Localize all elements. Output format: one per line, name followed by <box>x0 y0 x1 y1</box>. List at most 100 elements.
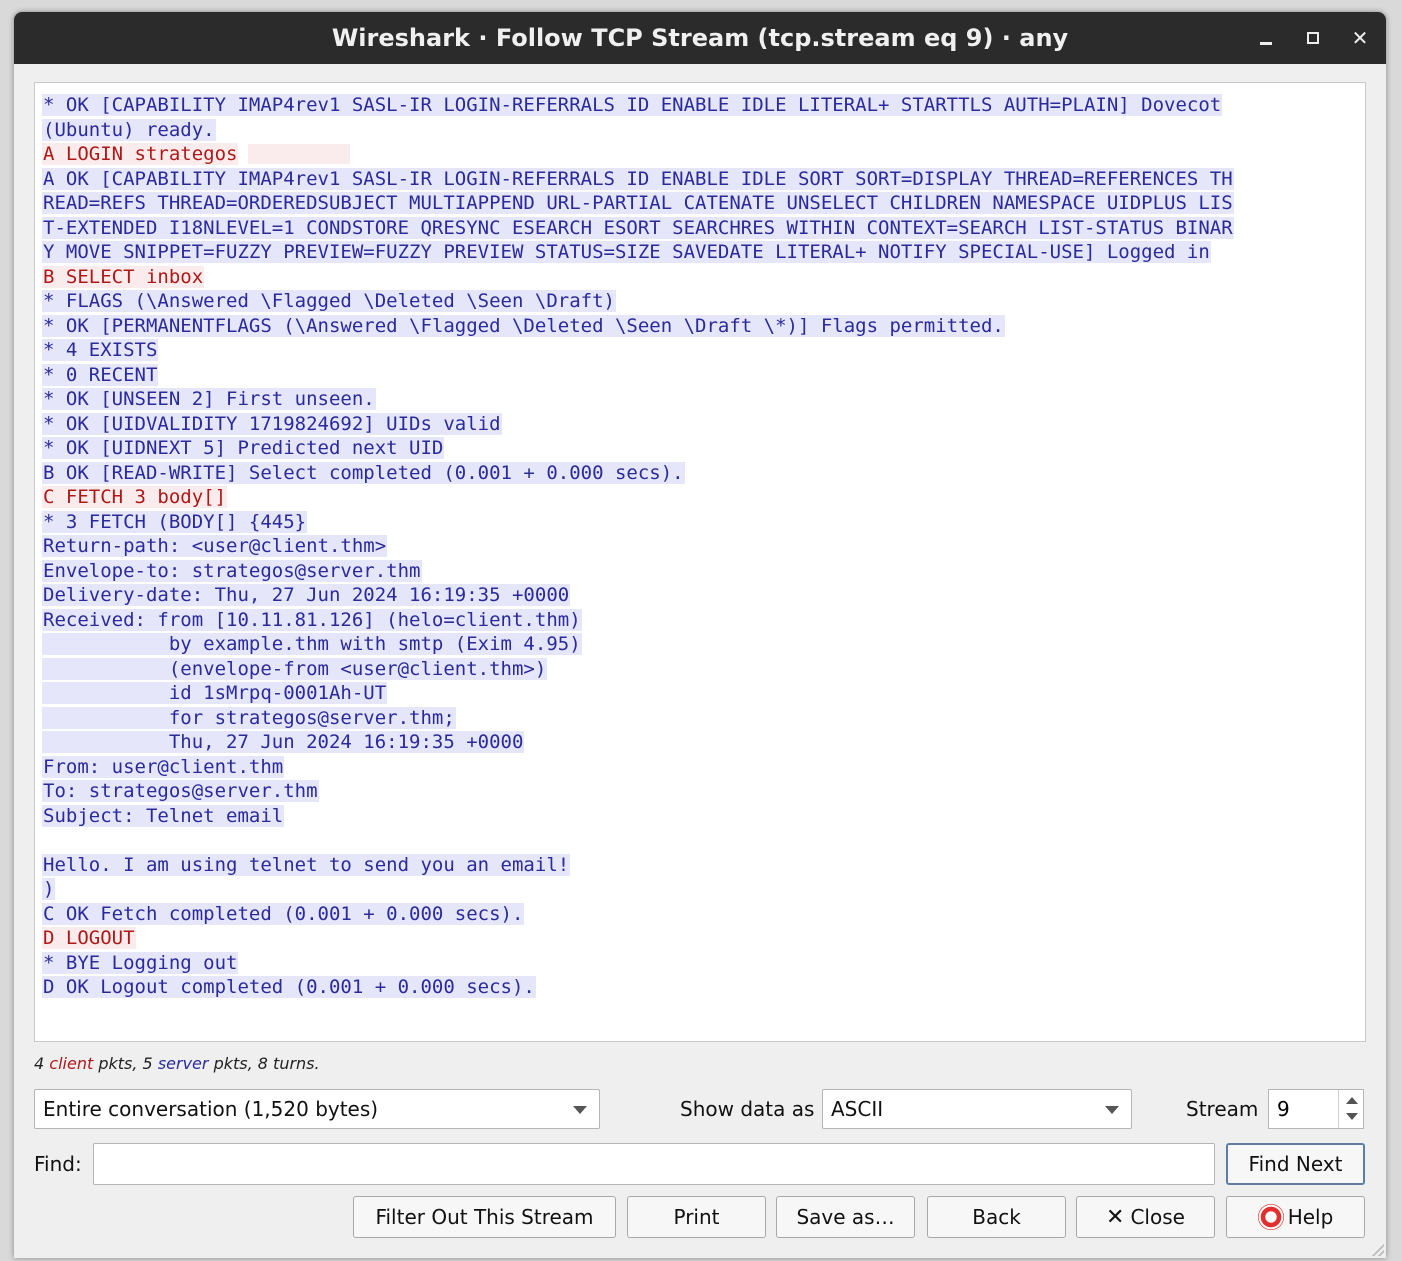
show-data-select[interactable]: ASCII <box>822 1089 1132 1129</box>
print-button[interactable]: Print <box>627 1196 766 1238</box>
stream-line-text: * 3 FETCH (BODY[] {445} <box>42 510 308 533</box>
stream-line-text: Return-path: <user@client.thm> <box>42 535 388 557</box>
stream-line-text: C OK Fetch completed (0.001 + 0.000 secs… <box>42 902 525 925</box>
stream-line-text: * FLAGS (\Answered \Flagged \Deleted \Se… <box>42 290 616 312</box>
close-icon: ✕ <box>1351 26 1369 50</box>
stream-line-text: A OK [CAPABILITY IMAP4rev1 SASL-IR LOGIN… <box>42 167 1234 190</box>
server-line: * OK [UIDNEXT 5] Predicted next UID <box>42 436 1234 461</box>
close-button-label: Close <box>1130 1205 1185 1229</box>
packet-summary: 4 client pkts, 5 server pkts, 8 turns. <box>34 1054 320 1073</box>
stream-line-text: Received: from [10.11.81.126] (helo=clie… <box>42 608 582 631</box>
server-line: Received: from [10.11.81.126] (helo=clie… <box>42 608 1234 633</box>
server-line: id 1sMrpq-0001Ah-UT <box>42 681 1234 706</box>
server-line: Delivery-date: Thu, 27 Jun 2024 16:19:35… <box>42 583 1234 608</box>
stream-line-text: by example.thm with smtp (Exim 4.95) <box>42 633 582 655</box>
stream-content-view[interactable]: * OK [CAPABILITY IMAP4rev1 SASL-IR LOGIN… <box>34 82 1366 1042</box>
stream-line-text: for strategos@server.thm; <box>42 706 456 729</box>
stream-spinbox[interactable]: 9 <box>1268 1089 1364 1129</box>
close-x-icon: ✕ <box>1106 1205 1125 1230</box>
stream-line-text: To: strategos@server.thm <box>42 780 319 802</box>
title-bar[interactable]: Wireshark · Follow TCP Stream (tcp.strea… <box>14 12 1386 64</box>
filter-out-stream-button[interactable]: Filter Out This Stream <box>353 1196 616 1238</box>
stream-line-text: Thu, 27 Jun 2024 16:19:35 +0000 <box>42 731 525 753</box>
server-line: for strategos@server.thm; <box>42 706 1234 731</box>
find-next-button[interactable]: Find Next <box>1226 1143 1365 1185</box>
server-line: * FLAGS (\Answered \Flagged \Deleted \Se… <box>42 289 1234 314</box>
server-line: (Ubuntu) ready. <box>42 118 1234 143</box>
stream-line-text: * 0 RECENT <box>42 363 159 386</box>
stream-line-text: * 4 EXISTS <box>42 339 159 361</box>
stream-line-text: * OK [CAPABILITY IMAP4rev1 SASL-IR LOGIN… <box>42 94 1223 116</box>
server-line: * OK [UNSEEN 2] First unseen. <box>42 387 1234 412</box>
summary-tail: pkts, 8 turns. <box>213 1054 320 1073</box>
stream-line-text: * OK [PERMANENTFLAGS (\Answered \Flagged… <box>42 314 1005 337</box>
stream-line-text: A LOGIN strategos <box>42 143 239 165</box>
help-lifebuoy-icon <box>1257 1203 1284 1230</box>
server-line: Envelope-to: strategos@server.thm <box>42 559 1234 584</box>
server-line: * OK [CAPABILITY IMAP4rev1 SASL-IR LOGIN… <box>42 93 1234 118</box>
minimize-icon <box>1260 42 1272 45</box>
maximize-button[interactable] <box>1301 26 1325 50</box>
stream-line-text <box>42 829 44 851</box>
stream-line-text: Hello. I am using telnet to send you an … <box>42 853 571 876</box>
server-line: Subject: Telnet email <box>42 804 1234 829</box>
server-line: B OK [READ-WRITE] Select completed (0.00… <box>42 461 1234 486</box>
show-data-value: ASCII <box>831 1097 884 1121</box>
stream-line-text: id 1sMrpq-0001Ah-UT <box>42 682 388 704</box>
stream-line-text: (envelope-from <user@client.thm>) <box>42 657 548 680</box>
conversation-value: Entire conversation (1,520 bytes) <box>43 1097 379 1121</box>
back-button[interactable]: Back <box>927 1196 1066 1238</box>
stream-line-text: ) <box>42 878 56 900</box>
spin-up-icon[interactable] <box>1345 1094 1359 1108</box>
find-label: Find: <box>34 1152 82 1176</box>
stream-line-text: T-EXTENDED I18NLEVEL=1 CONDSTORE QRESYNC… <box>42 216 1234 239</box>
server-line: To: strategos@server.thm <box>42 779 1234 804</box>
server-line: Return-path: <user@client.thm> <box>42 534 1234 559</box>
summary-pkts-1: pkts, <box>98 1054 138 1073</box>
follow-tcp-stream-window: Wireshark · Follow TCP Stream (tcp.strea… <box>14 12 1386 1258</box>
stream-line-text: B SELECT inbox <box>42 265 205 288</box>
server-line: * OK [PERMANENTFLAGS (\Answered \Flagged… <box>42 314 1234 339</box>
show-data-label: Show data as <box>680 1097 815 1121</box>
redacted-password <box>248 143 351 164</box>
server-line: Thu, 27 Jun 2024 16:19:35 +0000 <box>42 730 1234 755</box>
server-pkt-count: 5 <box>142 1054 153 1073</box>
server-line: T-EXTENDED I18NLEVEL=1 CONDSTORE QRESYNC… <box>42 216 1234 241</box>
server-line: * 4 EXISTS <box>42 338 1234 363</box>
server-line: D OK Logout completed (0.001 + 0.000 sec… <box>42 975 1234 1000</box>
stream-value: 9 <box>1277 1097 1290 1121</box>
minimize-button[interactable] <box>1254 26 1278 50</box>
help-button[interactable]: Help <box>1226 1196 1365 1238</box>
find-input[interactable] <box>93 1143 1215 1185</box>
stream-line-text: Delivery-date: Thu, 27 Jun 2024 16:19:35… <box>42 584 571 606</box>
stream-line-text: D OK Logout completed (0.001 + 0.000 sec… <box>42 976 536 998</box>
server-line: Y MOVE SNIPPET=FUZZY PREVIEW=FUZZY PREVI… <box>42 240 1234 265</box>
stream-line-text: B OK [READ-WRITE] Select completed (0.00… <box>42 461 685 484</box>
server-line: (envelope-from <user@client.thm>) <box>42 657 1234 682</box>
stream-line-text: From: user@client.thm <box>42 755 285 778</box>
maximize-icon <box>1307 32 1319 44</box>
server-line: * BYE Logging out <box>42 951 1234 976</box>
server-line: * 0 RECENT <box>42 363 1234 388</box>
client-line: C FETCH 3 body[] <box>42 485 1234 510</box>
close-button[interactable]: ✕ Close <box>1076 1196 1215 1238</box>
stream-lines: * OK [CAPABILITY IMAP4rev1 SASL-IR LOGIN… <box>42 93 1234 1000</box>
stream-line-text: Subject: Telnet email <box>42 804 285 827</box>
stream-line-text: (Ubuntu) ready. <box>42 118 216 141</box>
server-line: C OK Fetch completed (0.001 + 0.000 secs… <box>42 902 1234 927</box>
server-line: From: user@client.thm <box>42 755 1234 780</box>
server-label: server <box>157 1054 209 1073</box>
spin-down-icon[interactable] <box>1345 1110 1359 1124</box>
stream-line-text: Envelope-to: strategos@server.thm <box>42 559 422 582</box>
window-title: Wireshark · Follow TCP Stream (tcp.strea… <box>331 24 1069 52</box>
close-window-button[interactable]: ✕ <box>1348 26 1372 50</box>
server-line: READ=REFS THREAD=ORDEREDSUBJECT MULTIAPP… <box>42 191 1234 216</box>
save-as-button[interactable]: Save as… <box>776 1196 915 1238</box>
stream-line-text: C FETCH 3 body[] <box>42 486 228 508</box>
client-line: A LOGIN strategos <box>42 142 1234 167</box>
stream-line-text: D LOGOUT <box>42 927 136 949</box>
conversation-select[interactable]: Entire conversation (1,520 bytes) <box>34 1089 600 1129</box>
resize-grip-icon[interactable] <box>1372 1244 1384 1256</box>
stream-label: Stream <box>1186 1097 1259 1121</box>
client-label: client <box>49 1054 94 1073</box>
